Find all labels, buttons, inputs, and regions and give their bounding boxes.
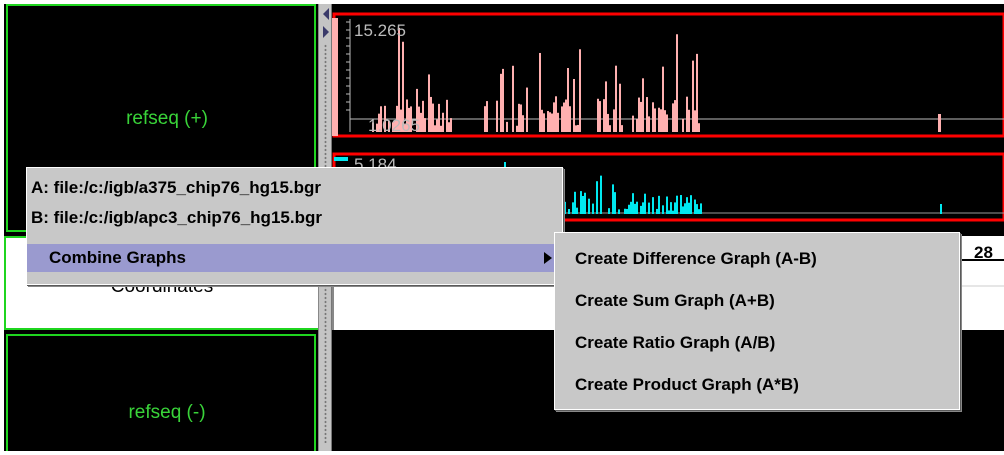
combine-graphs-submenu: Create Difference Graph (A-B) Create Sum… <box>554 232 960 410</box>
submenu-arrow-icon <box>544 252 552 264</box>
combine-graphs-label: Combine Graphs <box>49 248 186 267</box>
menu-item-combine-graphs[interactable]: Combine Graphs <box>27 244 562 272</box>
menu-item-graph-b[interactable]: B: file:/c:/igb/apc3_chip76_hg15.bgr <box>31 204 562 232</box>
track-label-refseq-minus[interactable]: refseq (-) <box>6 334 316 451</box>
graph-a-axis-ticks <box>346 21 350 111</box>
graph-a-min-label: 1.0265 <box>368 116 420 135</box>
create-product-graph-item[interactable]: Create Product Graph (A*B) <box>575 371 959 399</box>
create-difference-graph-item[interactable]: Create Difference Graph (A-B) <box>575 245 959 273</box>
create-ratio-graph-item[interactable]: Create Ratio Graph (A/B) <box>575 329 959 357</box>
graph-a-selection-frame <box>332 12 1004 138</box>
graph-a-max-label: 15.265 <box>354 21 406 40</box>
track-label-text: refseq (-) <box>128 402 206 423</box>
menu-item-graph-a[interactable]: A: file:/c:/igb/a375_chip76_hg15.bgr <box>31 174 562 202</box>
graph-context-menu: A: file:/c:/igb/a375_chip76_hg15.bgr B: … <box>26 167 563 285</box>
graph-a-bars <box>372 27 941 133</box>
ruler-tick-label: 28 <box>974 243 993 262</box>
splitter-arrows-icon[interactable] <box>320 6 331 40</box>
graph-a-left-edge <box>332 18 338 136</box>
track-label-text: refseq (+) <box>126 108 208 129</box>
create-sum-graph-item[interactable]: Create Sum Graph (A+B) <box>575 287 959 315</box>
